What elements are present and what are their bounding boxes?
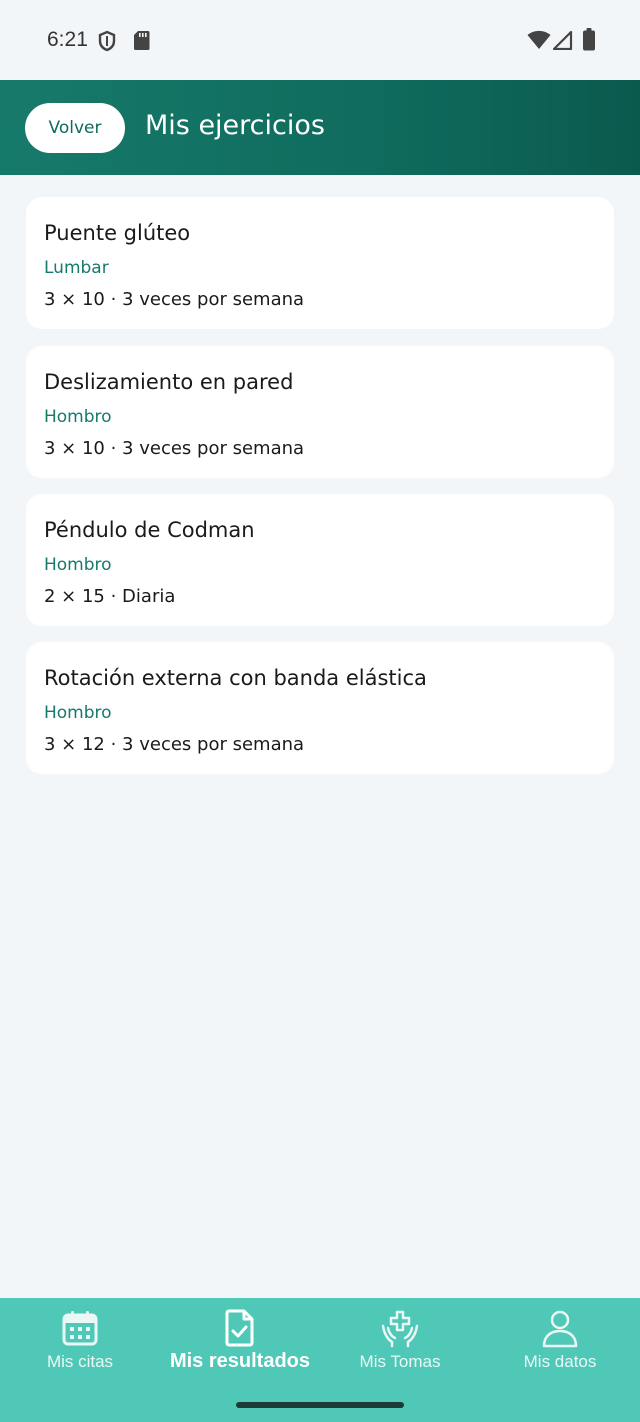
exercise-dose: 2 × 15 · Diaria — [44, 586, 176, 607]
exercise-area: Hombro — [44, 407, 112, 427]
exercise-area: Hombro — [44, 703, 112, 723]
nav-item-mis-tomas[interactable]: Mis Tomas — [320, 1298, 480, 1398]
exercise-dose: 3 × 10 · 3 veces por semana — [44, 438, 305, 459]
status-bar: 6:21 — [0, 0, 640, 80]
nav-label: Mis datos — [523, 1352, 597, 1371]
exercise-card[interactable]: Péndulo de Codman Hombro 2 × 15 · Diaria — [26, 494, 614, 626]
nav-label: Mis resultados — [169, 1350, 311, 1372]
nav-item-mis-citas[interactable]: Mis citas — [0, 1298, 160, 1398]
exercise-card[interactable]: Puente glúteo Lumbar 3 × 10 · 3 veces po… — [26, 197, 614, 329]
sd-card-icon — [134, 31, 150, 50]
exercise-name: Deslizamiento en pared — [44, 370, 294, 394]
nav-item-mis-datos[interactable]: Mis datos — [480, 1298, 640, 1398]
exercise-name: Rotación externa con banda elástica — [44, 666, 427, 690]
home-indicator[interactable] — [236, 1402, 404, 1408]
exercise-dose: 3 × 12 · 3 veces por semana — [44, 734, 305, 755]
page-title: Mis ejercicios — [145, 110, 325, 141]
nav-label: Mis citas — [46, 1352, 114, 1371]
wifi-icon — [527, 30, 551, 49]
shield-icon — [98, 30, 116, 52]
back-button[interactable]: Volver — [25, 103, 125, 153]
battery-icon — [583, 28, 595, 51]
nav-label: Mis Tomas — [359, 1352, 441, 1371]
nav-item-mis-resultados[interactable]: Mis resultados — [160, 1298, 320, 1398]
exercise-area: Hombro — [44, 555, 112, 575]
exercise-card[interactable]: Deslizamiento en pared Hombro 3 × 10 · 3… — [26, 346, 614, 478]
cellular-signal-icon — [553, 31, 573, 50]
exercise-dose: 3 × 10 · 3 veces por semana — [44, 289, 305, 310]
exercise-card[interactable]: Rotación externa con banda elástica Homb… — [26, 642, 614, 774]
document-check-icon — [225, 1309, 254, 1347]
person-icon — [542, 1310, 578, 1348]
app-header: Volver Mis ejercicios — [0, 80, 640, 175]
hands-medical-cross-icon — [381, 1310, 419, 1348]
exercise-name: Puente glúteo — [44, 221, 191, 245]
status-time: 6:21 — [47, 28, 88, 51]
exercise-name: Péndulo de Codman — [44, 518, 255, 542]
exercise-area: Lumbar — [44, 258, 109, 278]
calendar-icon — [62, 1311, 98, 1346]
